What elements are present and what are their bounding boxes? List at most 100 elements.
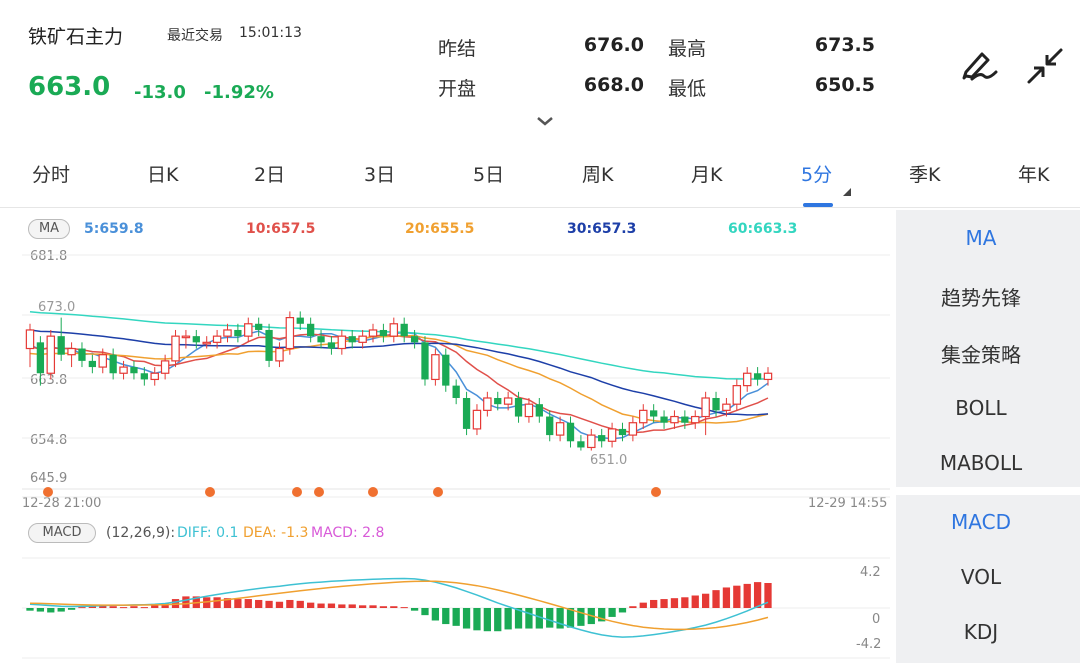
macd-bar-up bbox=[691, 595, 699, 608]
candle-body-up bbox=[337, 335, 347, 350]
candle-body-down bbox=[130, 367, 138, 374]
macd-badge[interactable]: MACD bbox=[28, 523, 96, 543]
period-tabs: 分时 日K 2日 3日 5日 周K 月K 5分 季K 年K bbox=[0, 140, 1080, 208]
candle-body-down bbox=[78, 348, 86, 361]
macd-bar-down bbox=[431, 608, 440, 621]
macd-axis-zero: 0 bbox=[872, 612, 881, 627]
quote-value-open: 668.0 bbox=[583, 74, 644, 96]
tab-3day[interactable]: 3日 bbox=[364, 160, 395, 187]
tab-monthly[interactable]: 月K bbox=[691, 160, 722, 187]
collapse-arrows-icon[interactable] bbox=[1025, 46, 1065, 86]
candle-body-down bbox=[535, 404, 543, 417]
tab-daily[interactable]: 日K bbox=[147, 160, 178, 187]
macd-bar-down bbox=[494, 608, 502, 632]
quote-label-open: 开盘 bbox=[438, 78, 477, 100]
indicator-trend-pioneer[interactable]: 趋势先锋 bbox=[896, 282, 1066, 311]
signal-dot bbox=[314, 487, 324, 497]
candle-body-up bbox=[483, 397, 492, 411]
candle-body-up bbox=[275, 347, 284, 362]
macd-bar-up bbox=[390, 606, 398, 608]
kline-chart[interactable] bbox=[0, 240, 896, 663]
tab-weekly[interactable]: 周K bbox=[582, 160, 613, 187]
macd-bar-up bbox=[348, 604, 356, 608]
indicator-macd[interactable]: MACD bbox=[896, 510, 1066, 534]
candle-body-down bbox=[681, 416, 689, 423]
macd-bar-down bbox=[525, 608, 533, 629]
macd-bar-down bbox=[57, 608, 65, 612]
quote-value-low: 650.5 bbox=[814, 74, 875, 96]
macd-bar-down bbox=[608, 608, 616, 617]
ma60-label: 60:663.3 bbox=[728, 221, 798, 237]
candle-body-up bbox=[732, 385, 742, 405]
macd-bar-down bbox=[421, 608, 429, 616]
candle-body-down bbox=[140, 373, 148, 380]
draw-pen-icon[interactable] bbox=[958, 46, 998, 86]
quote-value-high: 673.5 bbox=[814, 34, 875, 56]
candle-body-down bbox=[234, 329, 242, 337]
candle-body-up bbox=[212, 335, 222, 343]
macd-bar-down bbox=[504, 608, 512, 630]
indicator-kdj[interactable]: KDJ bbox=[896, 620, 1066, 644]
quote-label-low: 最低 bbox=[668, 78, 707, 100]
macd-bar-up bbox=[109, 606, 117, 608]
tab-5day[interactable]: 5日 bbox=[473, 160, 504, 187]
candle-body-down bbox=[618, 428, 627, 436]
macd-bar-up bbox=[265, 600, 273, 608]
candle-body-up bbox=[472, 409, 482, 430]
candle-body-down bbox=[494, 397, 502, 405]
candle-body-down bbox=[650, 410, 658, 417]
quote-header: 铁矿石主力 最近交易 15:01:13 663.0 -13.0 -1.92% 昨… bbox=[0, 0, 1080, 140]
candle-body-down bbox=[36, 342, 45, 374]
candle-body-up bbox=[358, 335, 367, 343]
indicator-vol[interactable]: VOL bbox=[896, 565, 1066, 589]
candle-body-up bbox=[25, 329, 35, 350]
macd-bar-down bbox=[546, 608, 554, 628]
tab-quarterly[interactable]: 季K bbox=[909, 160, 940, 187]
candle-body-down bbox=[660, 416, 668, 423]
indicator-maboll[interactable]: MABOLL bbox=[896, 451, 1066, 475]
candle-body-down bbox=[192, 336, 200, 343]
tab-yearly[interactable]: 年K bbox=[1018, 160, 1049, 187]
indicator-panel: MA 趋势先锋 集金策略 BOLL MABOLL MACD VOL KDJ bbox=[896, 210, 1080, 663]
quote-label-prev-settle: 昨结 bbox=[438, 38, 477, 60]
dropdown-triangle-icon[interactable] bbox=[842, 182, 852, 196]
candle-body-up bbox=[628, 422, 638, 436]
candle-body-down bbox=[88, 360, 97, 368]
high-annotation: 673.0 bbox=[38, 300, 76, 315]
macd-axis-top: 4.2 bbox=[860, 565, 881, 580]
tab-fenshi[interactable]: 分时 bbox=[32, 160, 70, 187]
macd-bar-up bbox=[140, 607, 148, 609]
candle-body-up bbox=[244, 323, 253, 337]
ma5-label: 5:659.8 bbox=[84, 221, 144, 237]
macd-bar-up bbox=[244, 599, 252, 608]
candle-body-down bbox=[400, 323, 408, 337]
candle-body-up bbox=[202, 341, 211, 345]
candle-body-up bbox=[160, 360, 170, 374]
macd-bar-up bbox=[629, 606, 637, 608]
macd-bar-down bbox=[483, 608, 491, 632]
candle-body-down bbox=[712, 397, 720, 411]
candle-body-up bbox=[223, 329, 232, 337]
candle-body-up bbox=[742, 372, 752, 387]
macd-bar-up bbox=[182, 596, 190, 608]
signal-dot bbox=[433, 487, 443, 497]
ma-badge[interactable]: MA bbox=[28, 219, 70, 239]
macd-bar-down bbox=[26, 608, 34, 611]
signal-dot bbox=[43, 487, 53, 497]
macd-bar-down bbox=[462, 608, 471, 629]
tab-5min[interactable]: 5分 bbox=[801, 160, 832, 187]
candle-body-down bbox=[327, 342, 336, 349]
indicator-boll[interactable]: BOLL bbox=[896, 396, 1066, 420]
chevron-down-icon[interactable] bbox=[535, 112, 555, 126]
indicator-ma[interactable]: MA bbox=[896, 226, 1066, 250]
candle-body-up bbox=[368, 329, 378, 337]
last-price: 663.0 bbox=[28, 72, 111, 102]
candle-body-down bbox=[296, 317, 304, 324]
candle-body-up bbox=[119, 366, 128, 374]
tab-2day[interactable]: 2日 bbox=[254, 160, 285, 187]
candle-body-down bbox=[348, 336, 356, 343]
macd-bar-up bbox=[78, 607, 86, 609]
quote-label-high: 最高 bbox=[668, 38, 707, 60]
indicator-jijin-strategy[interactable]: 集金策略 bbox=[896, 339, 1066, 368]
macd-bar-up bbox=[338, 604, 346, 608]
